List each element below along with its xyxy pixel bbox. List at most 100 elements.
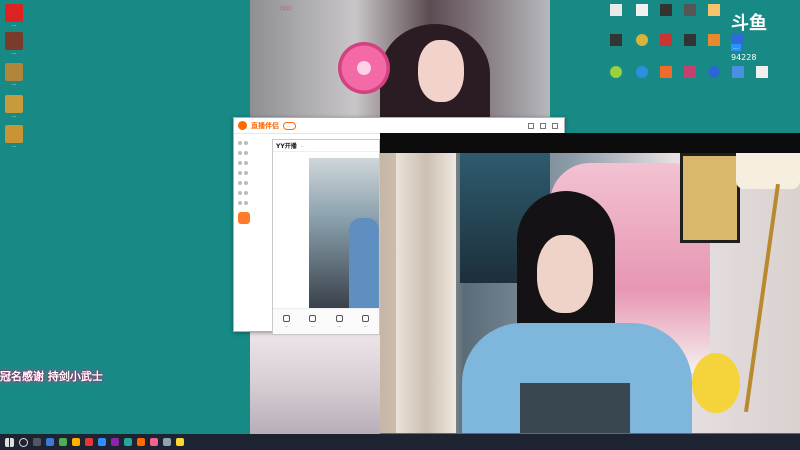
camera-feed (380, 133, 800, 433)
shirt-print (520, 383, 630, 433)
live-tool-logo-icon (238, 121, 247, 130)
desktop-icon-5[interactable]: ... (0, 125, 28, 149)
scene-row[interactable] (238, 158, 272, 168)
yy-tool-button[interactable]: ... (309, 315, 317, 328)
lamp (736, 153, 800, 189)
live-tool-titlebar[interactable]: 直播伴侣 ... (234, 118, 564, 134)
lamp-pole (744, 183, 780, 413)
tool-label: ... (337, 323, 342, 328)
desktop-icon[interactable] (732, 66, 744, 78)
app-icon (5, 32, 23, 50)
eye-icon[interactable] (238, 201, 242, 205)
version-badge: ... (283, 121, 296, 130)
eye-icon[interactable] (238, 151, 242, 155)
app-icon[interactable] (111, 438, 119, 446)
scene-row[interactable] (238, 148, 272, 158)
yy-tool-button[interactable]: ... (282, 315, 290, 328)
eye-icon[interactable] (238, 181, 242, 185)
lock-icon[interactable] (244, 181, 248, 185)
lock-icon[interactable] (244, 161, 248, 165)
yy-header: YY开播 ... (273, 140, 379, 152)
app-icon[interactable] (98, 438, 106, 446)
app-icon[interactable] (59, 438, 67, 446)
taskbar (0, 434, 800, 450)
lock-icon[interactable] (244, 191, 248, 195)
lock-icon[interactable] (244, 141, 248, 145)
eye-icon[interactable] (238, 141, 242, 145)
desktop-icon[interactable] (708, 66, 720, 78)
desktop-icon[interactable] (660, 66, 672, 78)
yy-broadcast-window[interactable]: YY开播 ... ... ... ... ... (272, 139, 380, 335)
desktop-icon-label: ... (11, 81, 17, 87)
yy-tool-button[interactable]: ... (335, 315, 343, 328)
desktop-icon[interactable] (610, 66, 622, 78)
desktop-icon-label: ... (11, 143, 17, 149)
close-icon[interactable] (552, 122, 558, 129)
desktop-icon[interactable] (684, 34, 696, 46)
search-icon[interactable] (19, 437, 28, 447)
yy-preview (309, 158, 379, 308)
desktop-icon[interactable] (610, 34, 622, 46)
app-icon[interactable] (137, 438, 145, 446)
tool-shortcut-icon[interactable] (238, 212, 250, 224)
desktop-icon[interactable] (610, 4, 622, 16)
plush-toy (692, 353, 740, 413)
desktop-icon-1[interactable]: ... (0, 4, 28, 28)
app-icon[interactable] (72, 438, 80, 446)
preview-person (349, 218, 379, 308)
tool-label: ... (310, 323, 315, 328)
desktop-icon-4[interactable]: ... (0, 95, 28, 119)
scene-row[interactable] (238, 178, 272, 188)
lock-icon[interactable] (244, 201, 248, 205)
desktop-icon[interactable] (708, 34, 720, 46)
taskview-icon[interactable] (33, 438, 41, 446)
curtain (396, 153, 456, 433)
tool-icon (362, 315, 370, 322)
desktop-icon[interactable] (684, 4, 696, 16)
desktop-icon[interactable] (636, 66, 648, 78)
yy-logo: YY开播 (276, 143, 297, 150)
desktop-icon[interactable] (684, 66, 696, 78)
maximize-icon[interactable] (540, 122, 546, 129)
minimize-icon[interactable] (528, 122, 534, 129)
desktop-icon[interactable] (636, 4, 648, 16)
desktop-icon[interactable] (660, 4, 672, 16)
flower-ornament (338, 42, 390, 94)
app-icon[interactable] (150, 438, 158, 446)
desktop-icon[interactable] (636, 34, 648, 46)
app-icon[interactable] (124, 438, 132, 446)
desktop-icon-2[interactable]: ... (0, 32, 28, 56)
lock-icon[interactable] (244, 171, 248, 175)
eye-icon[interactable] (238, 171, 242, 175)
eye-icon[interactable] (238, 191, 242, 195)
eye-icon[interactable] (238, 161, 242, 165)
desktop-icon[interactable] (708, 4, 720, 16)
tool-label: ... (284, 323, 289, 328)
yy-tool-button[interactable]: ... (362, 315, 370, 328)
app-icon[interactable] (163, 438, 171, 446)
app-icon[interactable] (176, 438, 184, 446)
start-icon[interactable] (5, 437, 14, 447)
desktop-icon[interactable] (756, 66, 768, 78)
scene-row[interactable] (238, 138, 272, 148)
window-controls (528, 122, 564, 129)
app-icon[interactable] (46, 438, 54, 446)
yy-meta: ... (300, 143, 305, 148)
desktop-icon-3[interactable]: ... (0, 63, 28, 87)
desktop-icon-label: ... (11, 22, 17, 28)
desktop-icon-label: ... (11, 50, 17, 56)
app-icon (5, 125, 23, 143)
camera-scene (380, 153, 800, 433)
app-icon (5, 63, 23, 81)
room-number: 94228 (731, 53, 757, 62)
desktop-icon[interactable] (660, 34, 672, 46)
scene-row[interactable] (238, 168, 272, 178)
app-icon[interactable] (85, 438, 93, 446)
lock-icon[interactable] (244, 151, 248, 155)
tool-icon (335, 315, 343, 322)
scene-row[interactable] (238, 198, 272, 208)
scene-row[interactable] (238, 188, 272, 198)
streamer-face (418, 40, 464, 102)
live-tool-brand: 直播伴侣 (251, 121, 279, 130)
sponsor-banner: 冠名感谢 持剑小武士 (0, 370, 103, 383)
